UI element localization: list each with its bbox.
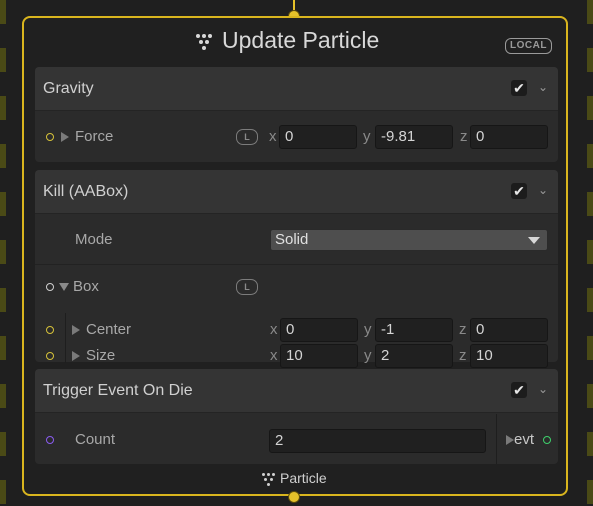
chevron-down-icon[interactable]: ⌄: [538, 183, 548, 197]
node-footer: Particle: [24, 468, 566, 488]
checkmark-icon: ✔: [513, 80, 525, 96]
kill-header[interactable]: Kill (AABox) ✔ ⌄: [35, 170, 558, 214]
node-title-bar[interactable]: Update Particle LOCAL: [24, 24, 566, 58]
evt-output-label: evt: [514, 431, 535, 448]
expand-arrow-icon[interactable]: [72, 325, 80, 335]
tree-indent-line: [65, 339, 66, 363]
force-input-port[interactable]: [46, 133, 54, 141]
kill-enabled-checkbox[interactable]: ✔: [511, 183, 527, 199]
kill-aabox-block: Kill (AABox) ✔ ⌄ Mode Solid Box L Center…: [35, 170, 558, 368]
flow-output-port[interactable]: [288, 491, 300, 503]
size-row: Size x 10 y 2 z 10: [35, 339, 558, 369]
mode-label: Mode: [75, 231, 113, 248]
center-row: Center x 0 y -1 z 0: [35, 313, 558, 343]
count-field[interactable]: 2: [269, 429, 486, 453]
gravity-enabled-checkbox[interactable]: ✔: [511, 80, 527, 96]
box-space-toggle[interactable]: L: [236, 279, 258, 295]
trigger-header[interactable]: Trigger Event On Die ✔ ⌄: [35, 369, 558, 413]
box-label: Box: [73, 278, 99, 295]
checkmark-icon: ✔: [513, 183, 525, 199]
evt-output-port[interactable]: [543, 436, 551, 444]
gravity-title: Gravity: [43, 80, 94, 97]
mode-row: Mode Solid: [35, 227, 558, 253]
force-space-toggle[interactable]: L: [236, 129, 258, 145]
expand-arrow-icon[interactable]: [72, 351, 80, 361]
size-z-label: z: [459, 347, 467, 364]
expand-arrow-icon[interactable]: [61, 132, 69, 142]
size-x-field[interactable]: 10: [280, 344, 358, 368]
kill-title: Kill (AABox): [43, 183, 129, 200]
force-z-field[interactable]: 0: [470, 125, 548, 149]
update-particle-node[interactable]: Update Particle LOCAL Gravity ✔ ⌄ Force …: [22, 16, 568, 496]
graph-background-right: [587, 0, 593, 506]
trigger-title: Trigger Event On Die: [43, 382, 193, 399]
force-label: Force: [75, 128, 114, 145]
mode-dropdown[interactable]: Solid: [270, 229, 548, 251]
node-title: Update Particle: [222, 27, 380, 53]
box-row: Box L: [35, 274, 558, 300]
particle-dots-icon: [262, 473, 276, 487]
local-space-badge[interactable]: LOCAL: [505, 38, 552, 54]
size-label: Size: [86, 347, 116, 364]
center-x-field[interactable]: 0: [280, 318, 358, 342]
center-input-port[interactable]: [46, 326, 54, 334]
force-y-field[interactable]: -9.81: [375, 125, 453, 149]
force-z-label: z: [460, 128, 468, 145]
count-row: Count 2 evt: [35, 414, 558, 464]
trigger-event-block: Trigger Event On Die ✔ ⌄ Count 2 evt: [35, 369, 558, 464]
gravity-block: Gravity ✔ ⌄ Force L x 0 y -9.81 z 0: [35, 67, 558, 162]
checkmark-icon: ✔: [513, 382, 525, 398]
output-arrow-icon: [506, 435, 514, 445]
size-y-field[interactable]: 2: [375, 344, 453, 368]
center-y-label: y: [364, 321, 372, 338]
dropdown-arrow-icon: [528, 237, 540, 244]
footer-label: Particle: [280, 470, 327, 486]
mode-value: Solid: [275, 231, 309, 248]
size-x-label: x: [270, 347, 278, 364]
force-x-field[interactable]: 0: [279, 125, 357, 149]
center-y-field[interactable]: -1: [375, 318, 453, 342]
center-z-label: z: [459, 321, 467, 338]
chevron-down-icon[interactable]: ⌄: [538, 382, 548, 396]
size-input-port[interactable]: [46, 352, 54, 360]
size-y-label: y: [364, 347, 372, 364]
graph-background-left: [0, 0, 6, 506]
center-x-label: x: [270, 321, 278, 338]
box-input-port[interactable]: [46, 283, 54, 291]
chevron-down-icon[interactable]: ⌄: [538, 80, 548, 94]
size-z-field[interactable]: 10: [470, 344, 548, 368]
divider: [35, 264, 558, 265]
center-z-field[interactable]: 0: [470, 318, 548, 342]
force-x-label: x: [269, 128, 277, 145]
force-y-label: y: [363, 128, 371, 145]
force-row: Force L x 0 y -9.81 z 0: [35, 124, 558, 150]
particle-dots-icon: [196, 34, 212, 50]
count-label: Count: [75, 431, 116, 448]
gravity-header[interactable]: Gravity ✔ ⌄: [35, 67, 558, 111]
output-divider: [496, 414, 497, 464]
trigger-enabled-checkbox[interactable]: ✔: [511, 382, 527, 398]
collapse-arrow-icon[interactable]: [59, 283, 69, 291]
center-label: Center: [86, 321, 132, 338]
count-input-port[interactable]: [46, 436, 54, 444]
